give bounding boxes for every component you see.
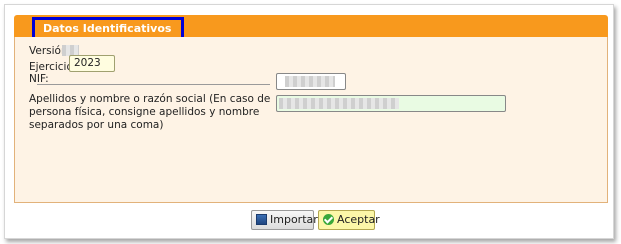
ejercicio-label: Ejercicio: [29, 61, 73, 73]
nif-divider: [37, 84, 270, 85]
name-label: Apellidos y nombre o razón social (En ca…: [29, 93, 271, 131]
datos-identificativos-section: Datos Identificativos Versión Ejercicio …: [14, 15, 608, 203]
nif-value-redacted: [285, 76, 335, 87]
ejercicio-input[interactable]: 2023: [69, 55, 115, 72]
accept-button[interactable]: Aceptar: [318, 210, 380, 230]
name-value-redacted: [279, 98, 399, 109]
name-input[interactable]: [276, 95, 506, 112]
import-icon: [256, 214, 267, 225]
check-icon: [323, 214, 334, 225]
dialog-window: Datos Identificativos Versión Ejercicio …: [4, 4, 614, 239]
import-button-label: Importar: [270, 213, 318, 226]
accept-button-label: Aceptar: [337, 213, 380, 226]
import-button[interactable]: Importar: [251, 210, 318, 230]
nif-input[interactable]: [276, 73, 346, 90]
